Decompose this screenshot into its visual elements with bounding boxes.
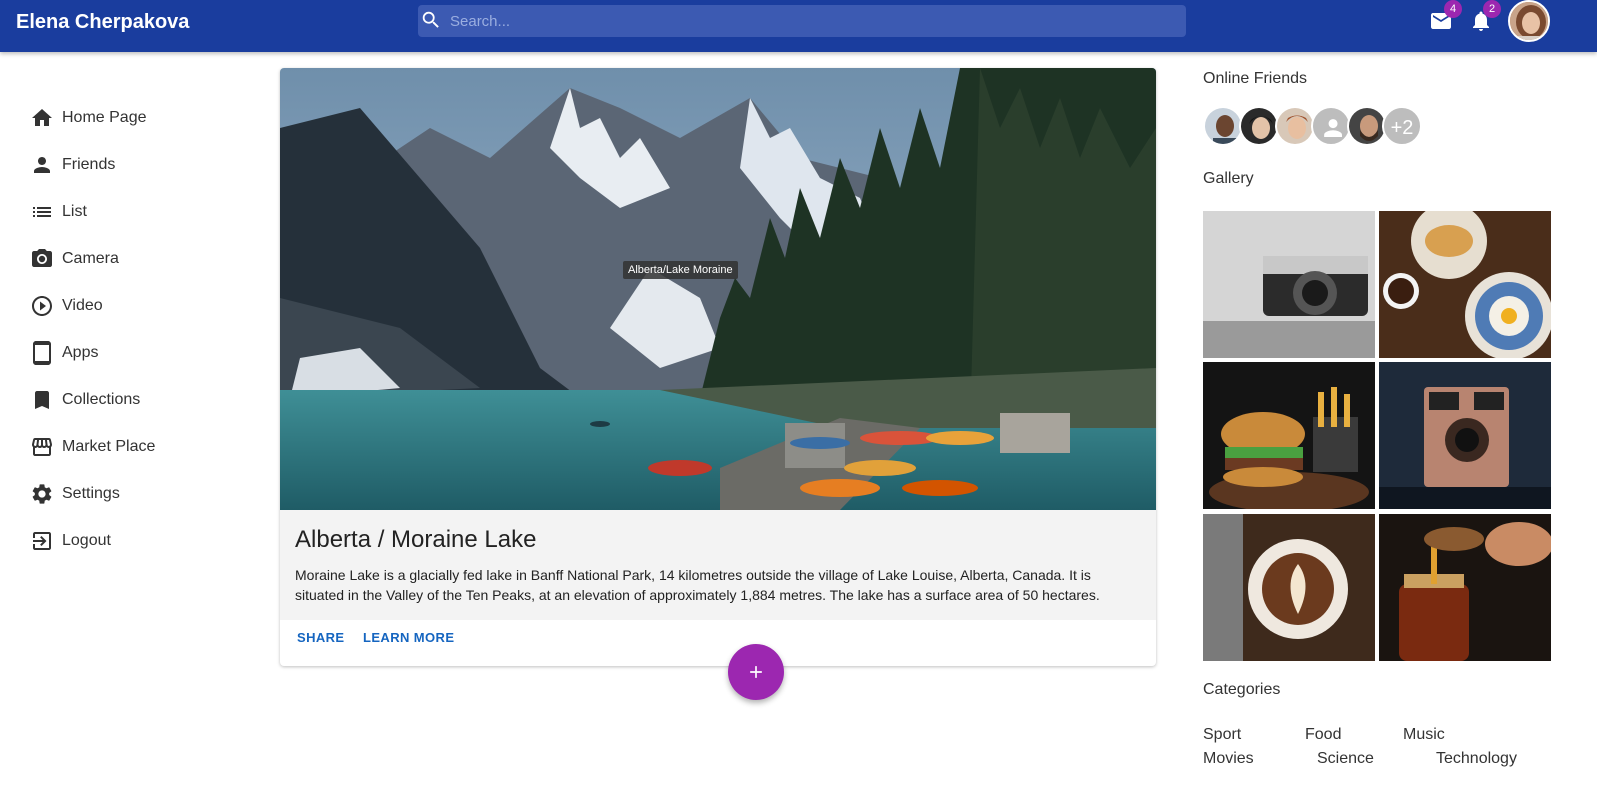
search-input[interactable] (450, 5, 1180, 37)
nav-item-label: Friends (62, 156, 116, 173)
share-button[interactable]: SHARE (297, 630, 345, 645)
friend-avatar-placeholder[interactable] (1311, 106, 1351, 146)
nav-item-label: Logout (62, 532, 111, 549)
gallery-image-vintage-camera[interactable] (1379, 362, 1551, 509)
app-bar: Elena Cherpakova 4 2 (0, 0, 1597, 52)
store-icon (32, 438, 52, 456)
category-science[interactable]: Science (1317, 750, 1374, 768)
play-circle-icon (32, 296, 52, 316)
post-content: Alberta / Moraine Lake Moraine Lake is a… (280, 510, 1156, 620)
nav-item-label: Collections (62, 391, 141, 408)
friend-avatar[interactable] (1347, 106, 1387, 146)
list-icon (33, 207, 51, 217)
user-name-title: Elena Cherpakova (16, 11, 190, 33)
category-music[interactable]: Music (1403, 726, 1445, 744)
post-card: Alberta / Moraine Lake Moraine Lake is a… (280, 68, 1156, 666)
more-friends-count[interactable]: +2 (1382, 106, 1422, 146)
image-tooltip: Alberta/Lake Moraine (623, 261, 738, 279)
nav-item-friends[interactable]: Friends (30, 150, 115, 180)
plus-icon (750, 666, 762, 678)
camera-icon (32, 249, 52, 267)
category-sport[interactable]: Sport (1203, 726, 1241, 744)
online-friends-title: Online Friends (1203, 70, 1308, 87)
friend-avatar[interactable] (1275, 106, 1315, 146)
nav-item-market-place[interactable]: Market Place (30, 432, 155, 462)
nav-item-video[interactable]: Video (30, 291, 103, 321)
category-food[interactable]: Food (1305, 726, 1341, 744)
notification-badge: 2 (1483, 0, 1501, 18)
post-description: Moraine Lake is a glacially fed lake in … (295, 567, 1100, 603)
gallery-image-honey[interactable] (1379, 514, 1551, 661)
gallery-image-camera[interactable] (1203, 211, 1375, 358)
add-button[interactable] (728, 644, 784, 700)
gallery-image-breakfast[interactable] (1379, 211, 1551, 358)
learn-more-button[interactable]: LEARN MORE (363, 630, 454, 645)
nav-item-label: Settings (62, 485, 120, 502)
nav-item-apps[interactable]: Apps (30, 338, 98, 368)
gear-icon (32, 484, 52, 504)
mail-badge: 4 (1444, 0, 1462, 18)
gallery-title: Gallery (1203, 170, 1254, 187)
nav-item-label: Apps (62, 344, 99, 361)
nav-item-label: Video (62, 297, 103, 314)
nav-item-label: Market Place (62, 438, 156, 455)
nav-item-camera[interactable]: Camera (30, 244, 119, 274)
nav-item-list[interactable]: List (30, 197, 87, 227)
user-avatar[interactable] (1508, 0, 1550, 42)
friend-avatar[interactable] (1203, 106, 1243, 146)
nav-item-home[interactable]: Home Page (30, 103, 147, 133)
nav-item-label: Home Page (62, 109, 147, 126)
logout-icon (33, 532, 51, 550)
nav-item-logout[interactable]: Logout (30, 526, 111, 556)
person-icon (1324, 119, 1342, 137)
category-technology[interactable]: Technology (1436, 750, 1517, 768)
nav-item-label: List (62, 203, 87, 220)
bookmark-icon (35, 391, 49, 409)
tablet-icon (33, 341, 51, 365)
home-icon (32, 109, 52, 126)
post-image[interactable] (280, 68, 1156, 510)
friend-avatar[interactable] (1239, 106, 1279, 146)
nav-item-collections[interactable]: Collections (30, 385, 140, 415)
nav-item-label: Camera (62, 250, 119, 267)
post-title: Alberta / Moraine Lake (295, 526, 537, 553)
search-icon (422, 11, 439, 28)
nav-item-settings[interactable]: Settings (30, 479, 120, 509)
categories-title: Categories (1203, 681, 1281, 698)
gallery-image-coffee[interactable] (1203, 514, 1375, 661)
gallery-image-burger[interactable] (1203, 362, 1375, 509)
person-icon (34, 157, 50, 173)
category-movies[interactable]: Movies (1203, 750, 1254, 768)
